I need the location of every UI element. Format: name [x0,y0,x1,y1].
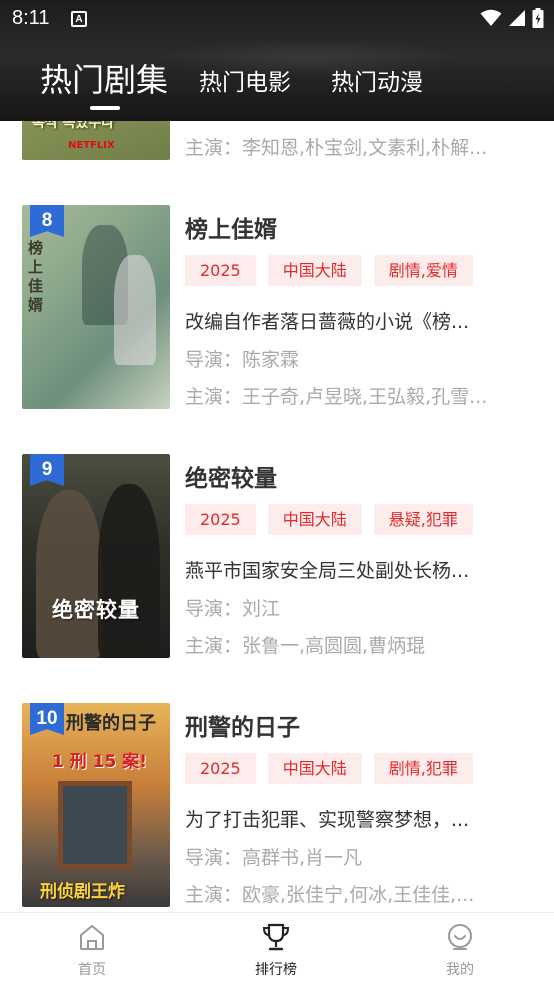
poster-title-text: 绝密较量 [52,598,140,622]
nav-ranking[interactable]: 排行榜 [216,913,336,985]
cast-text: 主演：王子奇,卢昱晓,王弘毅,孔雪... [185,386,488,408]
poster-frame [58,781,132,869]
cast-text: 主演：李知恩,朴宝剑,文素利,朴解... [185,137,488,159]
nav-home-label: 首页 [78,962,106,978]
poster-figure [36,490,102,658]
poster-bottom-text: 刑侦剧王炸 [40,882,125,902]
tag-region: 中国大陆 [267,504,362,535]
cast-text: 主演：欧豪,张佳宁,何冰,王佳佳,... [185,884,475,906]
item-title[interactable]: 榜上佳婿 [185,210,277,244]
cast-text: 主演：张鲁一,高圆圆,曹炳琨 [185,635,426,657]
status-bar: 8:11 A [0,0,554,38]
wifi-icon [480,9,502,26]
tag-year: 2025 [185,255,256,286]
item-title[interactable]: 绝密较量 [185,459,277,493]
director-text: 导演：刘江 [185,598,281,620]
active-tab-indicator [90,106,120,110]
poster-image: 绝密较量 9 [22,454,170,658]
category-tabs: 热门剧集 热门电影 热门动漫 [0,55,554,115]
rank-badge: 10 [30,703,64,735]
tab-hot-series[interactable]: 热门剧集 [40,55,168,101]
tag-genre: 剧情,犯罪 [373,753,473,784]
list-item[interactable]: 绝密较量 9 绝密较量 2025 中国大陆 悬疑,犯罪 燕平市国家安全局三处副处… [0,454,554,674]
tag-region: 中国大陆 [267,753,362,784]
poster-subtitle-text: 1 刑 15 案! [52,752,147,772]
tab-hot-anime[interactable]: 热门动漫 [331,63,423,97]
trophy-icon [262,923,290,951]
description-text: 改编自作者落日蔷薇的小说《榜... [185,311,470,333]
poster-brand-text: NETFLIX [68,140,115,151]
nav-profile-label: 我的 [446,962,474,978]
rank-badge: 9 [30,454,64,486]
tag-genre: 悬疑,犯罪 [373,504,473,535]
director-text: 导演：陈家霖 [185,349,300,371]
status-time: 8:11 [12,7,50,29]
poster-title-text: 폭싹 속았수다 [32,121,115,131]
tab-hot-movies[interactable]: 热门电影 [199,63,291,97]
poster-figure [114,255,156,365]
notification-app-icon: A [71,11,87,27]
list-item[interactable]: 폭싹 속았수다 NETFLIX 主演：李知恩,朴宝剑,文素利,朴解... [0,121,554,176]
poster-title-text: 刑警的日子 [66,713,156,734]
app-header: 8:11 A 热门剧集 热门电影 热门动漫 [0,0,554,121]
tag-list: 2025 中国大陆 剧情,犯罪 [185,753,473,784]
description-text: 为了打击犯罪、实现警察梦想，... [185,809,470,831]
nav-ranking-label: 排行榜 [255,962,297,978]
tag-genre: 剧情,爱情 [373,255,473,286]
list-item[interactable]: 刑警的日子 1 刑 15 案! 刑侦剧王炸 10 刑警的日子 2025 中国大陆… [0,703,554,912]
nav-home[interactable]: 首页 [32,913,152,985]
status-icons [480,8,544,28]
poster-image: 刑警的日子 1 刑 15 案! 刑侦剧王炸 10 [22,703,170,907]
profile-icon [448,924,472,950]
poster-image: 폭싹 속았수다 NETFLIX [22,121,170,160]
tag-region: 中国大陆 [267,255,362,286]
poster-title-text: 榜上佳婿 [28,239,44,314]
poster-image: 榜上佳婿 8 [22,205,170,409]
item-title[interactable]: 刑警的日子 [185,708,300,742]
nav-profile[interactable]: 我的 [400,913,520,985]
home-icon [80,925,104,950]
bottom-nav: 首页 排行榜 我的 [0,912,554,985]
list-item[interactable]: 榜上佳婿 8 榜上佳婿 2025 中国大陆 剧情,爱情 改编自作者落日蔷薇的小说… [0,205,554,425]
tag-list: 2025 中国大陆 悬疑,犯罪 [185,504,473,535]
ranking-list: 폭싹 속았수다 NETFLIX 主演：李知恩,朴宝剑,文素利,朴解... 榜上佳… [0,121,554,912]
poster-figure [98,484,160,658]
director-text: 导演：高群书,肖一凡 [185,847,363,869]
tag-list: 2025 中国大陆 剧情,爱情 [185,255,473,286]
tag-year: 2025 [185,504,256,535]
rank-badge: 8 [30,205,64,237]
signal-icon [509,10,525,26]
tag-year: 2025 [185,753,256,784]
battery-icon [532,8,544,28]
description-text: 燕平市国家安全局三处副处长杨... [185,560,470,582]
